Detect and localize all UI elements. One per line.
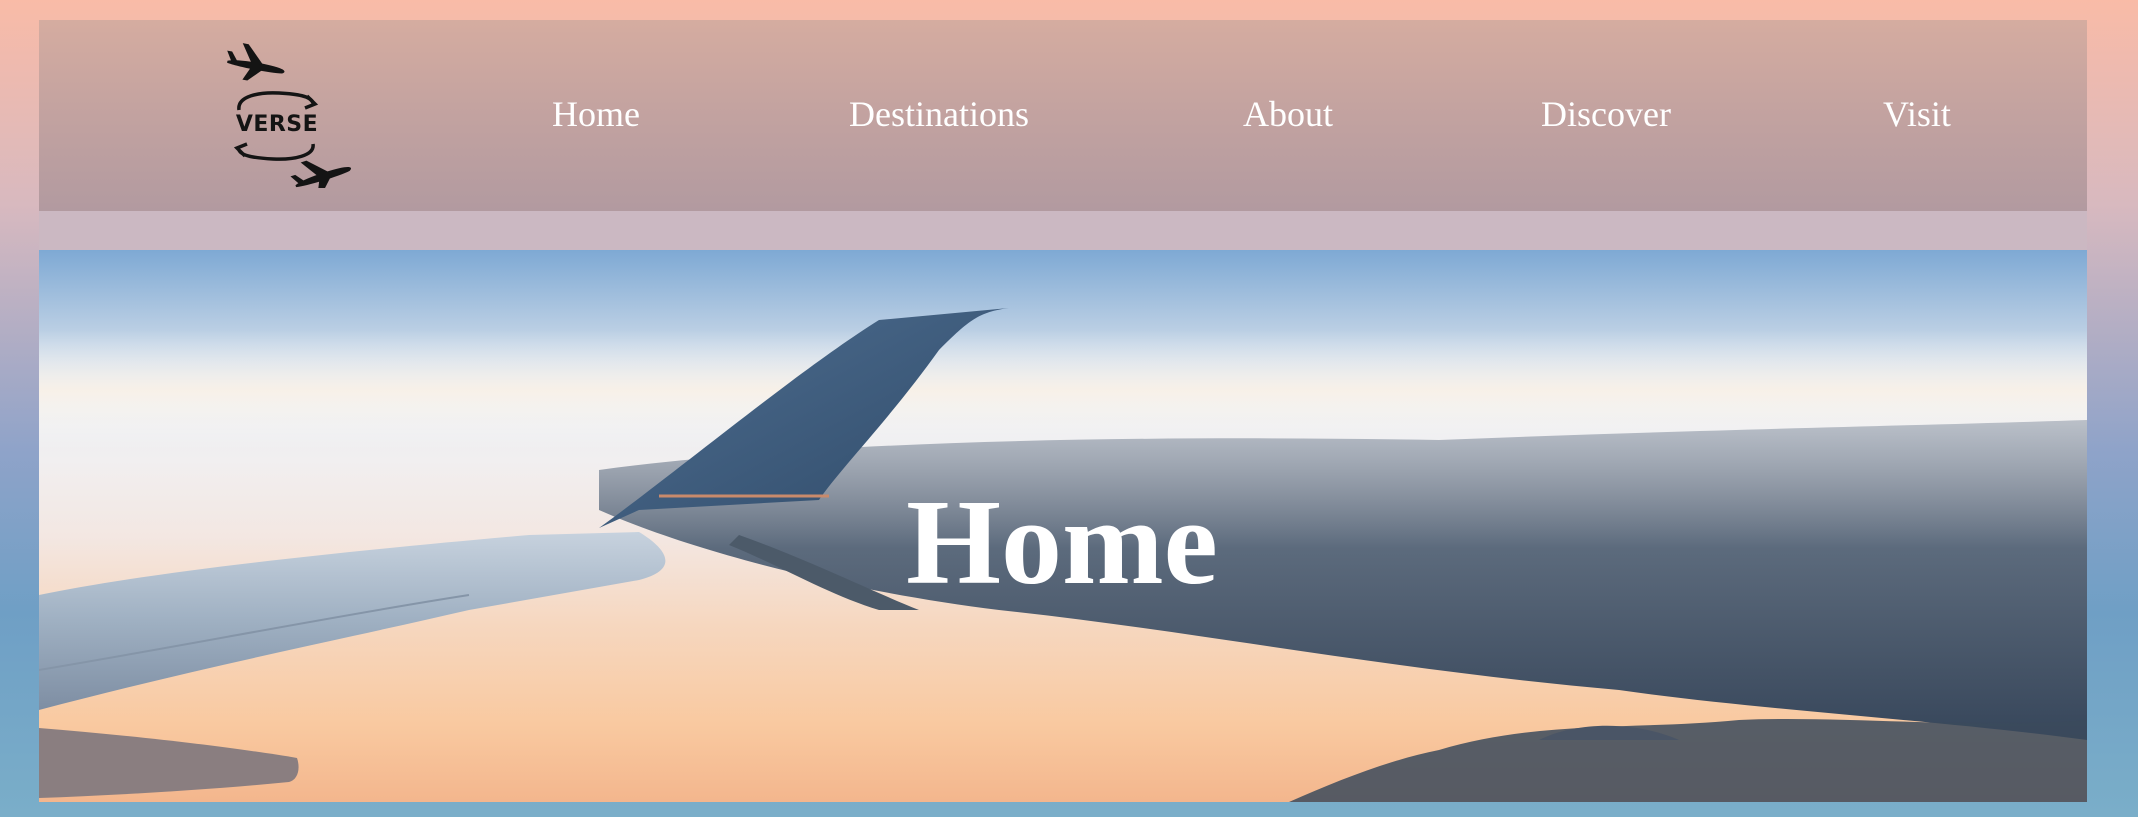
- nav-link-visit[interactable]: Visit: [1883, 94, 1951, 134]
- hero-title: Home: [39, 478, 2087, 608]
- site-header: VERSE Home Destinations About Discover V…: [39, 20, 2087, 211]
- nav-link-discover[interactable]: Discover: [1541, 94, 1671, 134]
- nav-link-home[interactable]: Home: [552, 94, 640, 134]
- header-divider-strip: [39, 211, 2087, 250]
- site-logo[interactable]: VERSE: [209, 38, 359, 188]
- hero-title-text: Home: [906, 475, 1218, 610]
- hero-banner: Home: [39, 250, 2087, 802]
- nav-link-about[interactable]: About: [1243, 94, 1333, 134]
- logo-text: VERSE: [235, 112, 319, 137]
- nav-link-destinations[interactable]: Destinations: [849, 94, 1029, 134]
